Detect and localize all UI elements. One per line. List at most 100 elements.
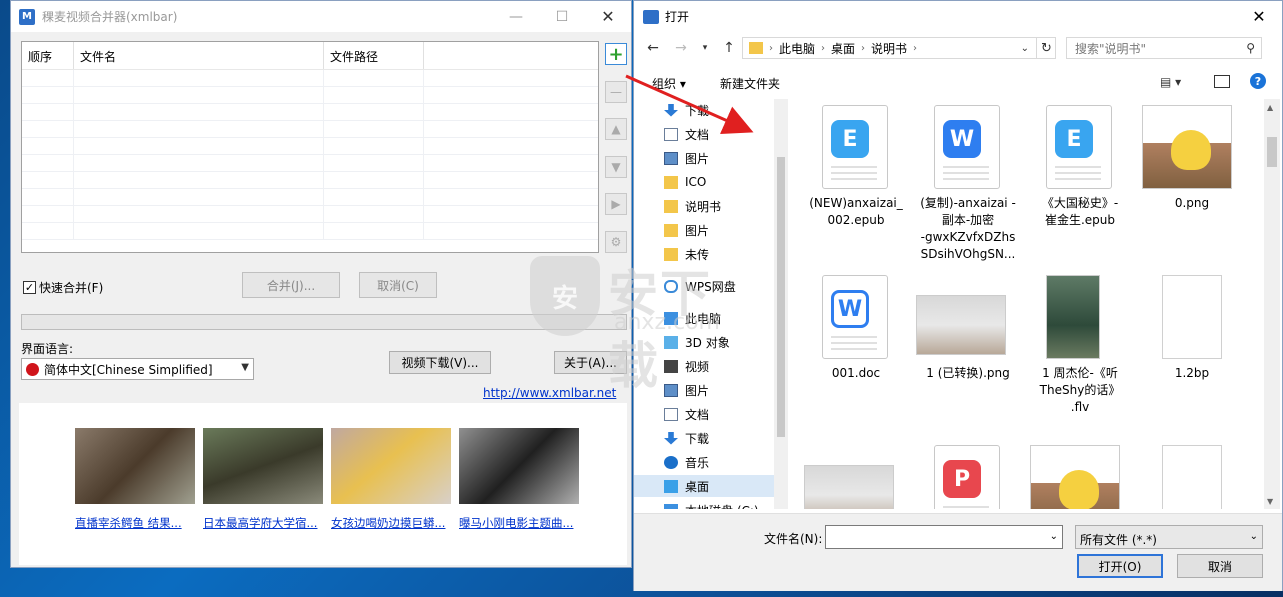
china-flag-icon — [26, 362, 39, 376]
video-thumbnail-1[interactable] — [75, 428, 195, 504]
up-arrow-icon[interactable]: ↑ — [718, 40, 740, 56]
table-row[interactable] — [22, 70, 598, 87]
scroll-down-icon[interactable]: ▼ — [1267, 497, 1273, 506]
video-link-2[interactable]: 日本最高学府大学宿... — [203, 515, 325, 531]
app-title: 稞麦视频合并器(xmlbar) — [42, 10, 178, 24]
help-icon[interactable]: ? — [1250, 73, 1266, 89]
nav-item[interactable]: 桌面 — [634, 475, 774, 497]
forward-arrow-icon[interactable]: → — [670, 40, 692, 56]
table-row[interactable] — [22, 138, 598, 155]
table-row[interactable] — [22, 189, 598, 206]
table-row[interactable] — [22, 206, 598, 223]
video-link-1[interactable]: 直播宰杀鳄鱼 结果... — [75, 515, 197, 531]
preview-pane-icon[interactable] — [1214, 75, 1230, 88]
video-link-4[interactable]: 曝马小刚电影主题曲... — [459, 515, 581, 531]
col-filepath[interactable]: 文件路径 — [324, 42, 424, 69]
settings-button[interactable]: ⚙ — [605, 231, 627, 253]
search-input[interactable]: 搜索"说明书" ⚲ — [1066, 37, 1262, 59]
file-list-table[interactable]: 顺序 文件名 文件路径 — [21, 41, 599, 253]
cancel-merge-button[interactable]: 取消(C) — [359, 272, 437, 298]
dialog-cancel-button[interactable]: 取消 — [1177, 554, 1263, 578]
file-name: (复制)-anxaizai - 副本-加密 -gwxKZvfxDZhs SDsi… — [920, 196, 1016, 261]
move-down-button[interactable]: ▼ — [605, 156, 627, 178]
file-item[interactable]: 1 (已转换).png — [914, 269, 1022, 439]
maximize-button[interactable]: ☐ — [539, 1, 585, 32]
col-filename[interactable]: 文件名 — [74, 42, 324, 69]
file-item[interactable]: W 001.doc — [802, 269, 910, 439]
file-item[interactable]: E (NEW)anxaizai_ 002.epub — [802, 99, 910, 269]
nav-item[interactable]: ICO — [664, 171, 788, 193]
video-thumbnail-3[interactable] — [331, 428, 451, 504]
minimize-button[interactable]: — — [493, 1, 539, 32]
address-dropdown-icon[interactable]: ⌄ — [1021, 43, 1029, 54]
nav-item[interactable]: 说明书 — [664, 195, 788, 217]
cat-thumbnail — [1030, 445, 1120, 509]
file-item[interactable]: 1.2bp — [1138, 269, 1246, 439]
dialog-titlebar: 打开 ✕ — [634, 1, 1282, 32]
view-options-icon[interactable]: ▤ ▾ — [1160, 75, 1181, 89]
nav-item[interactable]: 图片 — [664, 219, 788, 241]
nav-item[interactable]: 音乐 — [664, 451, 788, 473]
breadcrumb-manual[interactable]: 说明书 — [871, 40, 907, 57]
chevron-down-icon[interactable]: ⌄ — [1050, 531, 1058, 542]
video-link-3[interactable]: 女孩边喝奶边摸巨蟒... — [331, 515, 453, 531]
table-row[interactable] — [22, 172, 598, 189]
table-row[interactable] — [22, 121, 598, 138]
open-button[interactable]: 打开(O) — [1077, 554, 1163, 578]
close-button[interactable]: ✕ — [585, 1, 631, 32]
wps-badge-icon: W — [943, 120, 981, 158]
pdf-badge-icon: P — [943, 460, 981, 498]
nav-item[interactable]: 本地磁盘 (C:) — [664, 499, 788, 509]
nav-item-label: 桌面 — [685, 479, 710, 494]
file-item[interactable]: 0.png — [1138, 99, 1246, 269]
history-dropdown-icon[interactable]: ▾ — [694, 43, 716, 53]
quick-merge-checkbox[interactable]: ✓ 快速合并(F) — [23, 279, 103, 296]
address-bar[interactable]: › 此电脑 › 桌面 › 说明书 › ⌄ — [742, 37, 1056, 59]
file-name: 001.doc — [831, 366, 881, 380]
table-row[interactable] — [22, 223, 598, 240]
dialog-close-button[interactable]: ✕ — [1236, 1, 1282, 32]
nav-item[interactable]: 下载 — [664, 427, 788, 449]
file-scrollbar[interactable]: ▲ ▼ — [1264, 99, 1280, 509]
nav-item-label: 文档 — [685, 407, 710, 422]
website-link[interactable]: http://www.xmlbar.net — [483, 386, 616, 400]
video-thumbnail-4[interactable] — [459, 428, 579, 504]
filetype-select[interactable]: 所有文件 (*.*) ⌄ — [1075, 525, 1263, 549]
add-file-button[interactable]: + — [605, 43, 627, 65]
breadcrumb-desktop[interactable]: 桌面 — [831, 40, 855, 57]
chevron-down-icon: ⌄ — [1249, 531, 1258, 542]
file-item[interactable] — [1026, 439, 1134, 509]
nav-item[interactable]: 图片✎ — [664, 147, 788, 169]
pdf-file-icon: P — [934, 445, 1000, 509]
refresh-icon[interactable]: ↻ — [1036, 37, 1056, 59]
table-row[interactable] — [22, 155, 598, 172]
file-item[interactable]: E 《大国秘史》- 崔金生.epub — [1026, 99, 1134, 269]
recommended-videos: 直播宰杀鳄鱼 结果... 日本最高学府大学宿... 女孩边喝奶边摸巨蟒... 曝… — [19, 403, 627, 565]
nav-item[interactable]: 文档 — [664, 403, 788, 425]
file-item[interactable] — [802, 439, 910, 509]
app-logo-icon: M — [19, 8, 35, 25]
dialog-app-icon — [643, 9, 659, 24]
scroll-up-icon[interactable]: ▲ — [1267, 103, 1273, 112]
file-item[interactable] — [1138, 439, 1246, 509]
back-arrow-icon[interactable]: ← — [642, 40, 664, 56]
col-order[interactable]: 顺序 — [22, 42, 74, 69]
play-button[interactable]: ▶ — [605, 193, 627, 215]
file-item[interactable]: 1 周杰伦-《听 TheShy的话》 .flv — [1026, 269, 1134, 439]
breadcrumb-this-pc[interactable]: 此电脑 — [779, 40, 815, 57]
video-download-button[interactable]: 视频下载(V)... — [389, 351, 491, 374]
filename-input[interactable]: ⌄ — [825, 525, 1063, 549]
table-row[interactable] — [22, 104, 598, 121]
document-icon — [664, 407, 678, 421]
merge-button[interactable]: 合并(J)... — [242, 272, 340, 298]
filename-label: 文件名(N): — [764, 532, 823, 546]
video-thumbnail-2[interactable] — [203, 428, 323, 504]
file-item[interactable]: W (复制)-anxaizai - 副本-加密 -gwxKZvfxDZhs SDs… — [914, 99, 1022, 269]
nav-item-label: ICO — [685, 175, 707, 189]
file-item[interactable]: P — [914, 439, 1022, 509]
nav-scrollbar[interactable] — [774, 99, 788, 509]
table-row[interactable] — [22, 87, 598, 104]
language-select[interactable]: 简体中文[Chinese Simplified] ▼ — [21, 358, 254, 380]
annotation-arrow-icon — [625, 74, 754, 135]
nav-item-label: 本地磁盘 (C:) — [685, 502, 759, 510]
